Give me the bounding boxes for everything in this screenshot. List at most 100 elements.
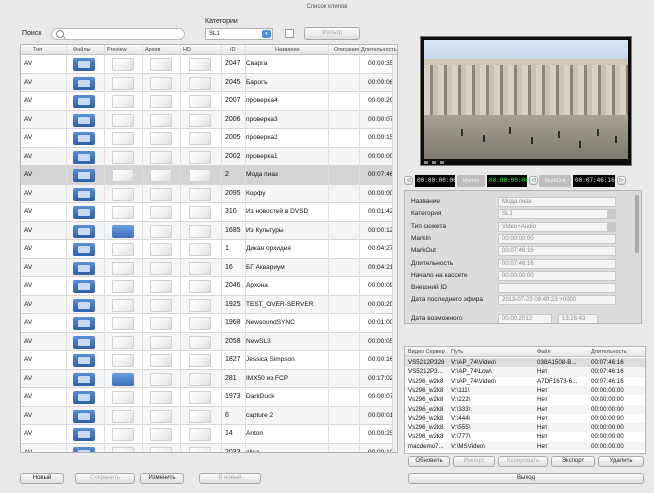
path-row[interactable]: macdemo7... V:\MSVideo\ Нет 00:00:00:00 <box>405 441 645 451</box>
path-row[interactable]: Vs296_w2k8 V:\777\ Нет 00:00:00:00 <box>405 432 645 441</box>
new-button[interactable]: Новый <box>20 473 64 484</box>
path-row[interactable]: Vs296_w2k8 V:\222\ Нет 00:00:00:00 <box>405 395 645 404</box>
hd-thumbnail-icon[interactable] <box>189 113 211 127</box>
file-thumbnail-icon[interactable] <box>73 150 95 164</box>
file-thumbnail-icon[interactable] <box>73 261 95 275</box>
table-row[interactable]: AV16БГ Аквариум00:04:21:2C <box>21 258 397 277</box>
archive-thumbnail-icon[interactable] <box>150 169 172 182</box>
preview-thumbnail-icon[interactable] <box>112 261 134 275</box>
table-row[interactable]: AV1973DarkDuck00:00:07:0C <box>21 388 397 407</box>
file-thumbnail-icon[interactable] <box>73 132 95 145</box>
path-row[interactable]: Vs296_w2k8 V:\AP_74\Video\ A7DF1673-6... 00… <box>405 377 645 386</box>
file-thumbnail-icon[interactable] <box>73 169 95 182</box>
table-row[interactable]: AV1968NewsoundSYNC00:01:00:0C <box>21 314 397 333</box>
preview-thumbnail-icon[interactable] <box>112 391 134 404</box>
archive-thumbnail-icon[interactable] <box>150 409 172 423</box>
table-row[interactable]: AV2095Корфу00:00:00:0C <box>21 184 397 203</box>
preview-thumbnail-icon[interactable] <box>112 428 134 441</box>
hd-thumbnail-icon[interactable] <box>189 95 211 108</box>
col-hd[interactable]: HD <box>183 47 191 53</box>
table-row[interactable]: AV6capture 200:00:01:22 <box>21 406 397 425</box>
col-files[interactable]: Файлы <box>73 47 90 53</box>
hd-thumbnail-icon[interactable] <box>189 224 211 238</box>
file-thumbnail-icon[interactable] <box>73 317 95 330</box>
table-row[interactable]: AV2058NewSL300:00:05:01 <box>21 332 397 351</box>
table-row[interactable]: AV2002проверка100:00:00:0C <box>21 147 397 166</box>
preview-thumbnail-icon[interactable] <box>112 280 134 293</box>
hd-thumbnail-icon[interactable] <box>189 446 211 452</box>
properties-scrollbar[interactable] <box>635 195 639 253</box>
file-thumbnail-icon[interactable] <box>73 206 95 219</box>
goto-mark-out-button[interactable]: ▷ <box>617 176 626 185</box>
file-thumbnail-icon[interactable] <box>73 391 95 404</box>
category-select[interactable]: SL1 ▾ <box>205 28 273 40</box>
property-value[interactable]: SL1 <box>498 209 616 220</box>
property-value[interactable]: 00:07:46:16 <box>498 258 616 269</box>
col-duration[interactable]: Длительность <box>361 47 397 53</box>
file-thumbnail-icon[interactable] <box>73 224 95 238</box>
col-video-server[interactable]: Видео Сервер <box>408 349 445 355</box>
col-file[interactable]: Файл <box>537 349 551 355</box>
file-thumbnail-icon[interactable] <box>73 298 95 312</box>
mark-out-button[interactable]: MarkOut <box>539 175 571 187</box>
file-thumbnail-icon[interactable] <box>73 446 95 452</box>
preview-thumbnail-icon[interactable] <box>112 224 134 238</box>
property-value[interactable]: 00.00.2013 <box>498 313 552 323</box>
video-controls[interactable] <box>424 159 628 164</box>
preview-thumbnail-icon[interactable] <box>112 58 134 71</box>
property-value-time[interactable]: 13:26:43 <box>558 313 598 323</box>
property-value[interactable]: 00:00:00:00 <box>498 270 616 281</box>
file-thumbnail-icon[interactable] <box>73 113 95 127</box>
hd-thumbnail-icon[interactable] <box>189 169 211 182</box>
preview-thumbnail-icon[interactable] <box>112 169 134 182</box>
file-thumbnail-icon[interactable] <box>73 76 95 90</box>
preview-thumbnail-icon[interactable] <box>112 446 134 452</box>
file-thumbnail-icon[interactable] <box>73 428 95 441</box>
archive-thumbnail-icon[interactable] <box>150 113 172 127</box>
preview-thumbnail-icon[interactable] <box>112 335 134 349</box>
hd-thumbnail-icon[interactable] <box>189 409 211 423</box>
path-row[interactable]: Vs296_w2k8 V:\333\ Нет 00:00:00:00 <box>405 404 645 414</box>
copy-button[interactable]: Копировать <box>498 456 548 467</box>
search-input[interactable] <box>51 28 185 40</box>
archive-thumbnail-icon[interactable] <box>150 150 172 164</box>
category-checkbox[interactable] <box>285 29 294 38</box>
table-row[interactable]: AV2005проверка200:00:15:0C <box>21 129 397 148</box>
file-thumbnail-icon[interactable] <box>73 243 95 256</box>
filter-button[interactable]: Фильтр <box>304 27 360 40</box>
archive-thumbnail-icon[interactable] <box>150 224 172 238</box>
preview-thumbnail-icon[interactable] <box>112 317 134 330</box>
property-value[interactable] <box>498 283 616 294</box>
hd-thumbnail-icon[interactable] <box>189 76 211 90</box>
table-row[interactable]: AV2006проверка300:00:07:0C <box>21 110 397 129</box>
col-type[interactable]: Тип <box>33 47 42 53</box>
table-row[interactable]: AV2Мода пиаз00:07:46:16 <box>21 166 397 185</box>
hd-thumbnail-icon[interactable] <box>189 132 211 145</box>
table-row[interactable]: AV2033alisa00:00:10:0C <box>21 443 397 452</box>
col-path-duration[interactable]: Длительность <box>591 349 627 355</box>
hd-thumbnail-icon[interactable] <box>189 280 211 293</box>
archive-thumbnail-icon[interactable] <box>150 428 172 441</box>
path-row[interactable]: VS5212P328 V:\AP_74\Video\ 038A1508-B... 00… <box>405 358 645 368</box>
col-preview[interactable]: Preview <box>107 47 127 53</box>
hd-thumbnail-icon[interactable] <box>189 428 211 441</box>
property-value[interactable]: Мода пиаз <box>498 197 616 207</box>
hd-thumbnail-icon[interactable] <box>189 372 211 386</box>
archive-thumbnail-icon[interactable] <box>150 132 172 145</box>
archive-thumbnail-icon[interactable] <box>150 280 172 293</box>
table-row[interactable]: AV310Из новостей в DVSD00:01:42:04 <box>21 203 397 222</box>
export-button[interactable]: Экспорт <box>551 456 595 467</box>
hd-thumbnail-icon[interactable] <box>189 58 211 71</box>
archive-thumbnail-icon[interactable] <box>150 95 172 108</box>
preview-thumbnail-icon[interactable] <box>112 298 134 312</box>
goto-mark-in-button[interactable]: ◁ <box>529 176 538 185</box>
file-thumbnail-icon[interactable] <box>73 409 95 423</box>
hd-thumbnail-icon[interactable] <box>189 354 211 367</box>
edit-button[interactable]: Изменить <box>140 473 184 484</box>
archive-thumbnail-icon[interactable] <box>150 298 172 312</box>
col-name[interactable]: Название <box>275 47 300 53</box>
archive-thumbnail-icon[interactable] <box>150 335 172 349</box>
table-row[interactable]: AV2007проверка400:00:20:0C <box>21 92 397 111</box>
preview-thumbnail-icon[interactable] <box>112 372 134 386</box>
mark-in-button[interactable]: MarkIn <box>457 175 485 187</box>
